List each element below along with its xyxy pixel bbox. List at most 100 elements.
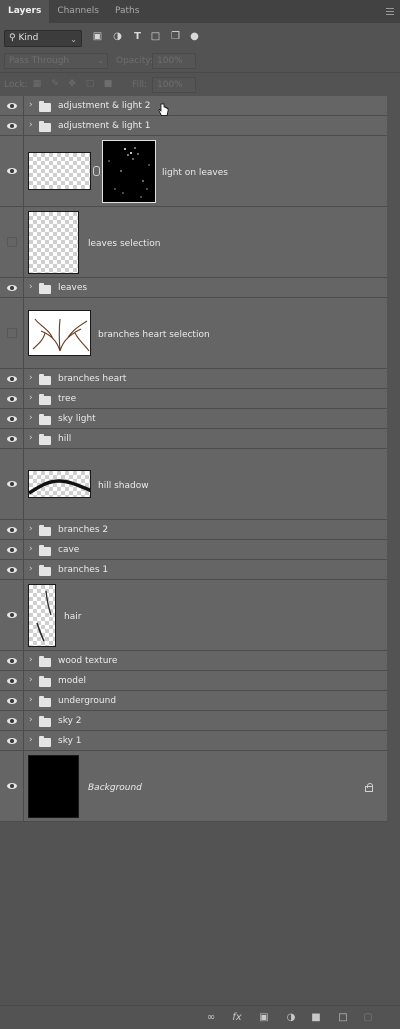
visibility-toggle[interactable]: [0, 96, 24, 115]
expand-arrow-icon[interactable]: ›: [29, 120, 33, 130]
expand-arrow-icon[interactable]: ›: [29, 544, 33, 554]
layer-row[interactable]: hill shadow: [0, 449, 387, 520]
eye-icon: [7, 527, 17, 533]
visibility-toggle[interactable]: [0, 449, 24, 519]
visibility-toggle[interactable]: [0, 731, 24, 750]
folder-icon: [39, 374, 51, 385]
layer-row[interactable]: › branches 1: [0, 560, 387, 580]
panel-menu-icon[interactable]: [386, 8, 394, 15]
visibility-toggle[interactable]: [0, 711, 24, 730]
eye-icon: [7, 103, 17, 109]
expand-arrow-icon[interactable]: ›: [29, 373, 33, 383]
layer-row[interactable]: light on leaves: [0, 136, 387, 207]
expand-arrow-icon[interactable]: ›: [29, 393, 33, 403]
layer-row[interactable]: › branches 2: [0, 520, 387, 540]
filter-kind-select[interactable]: ⚲ Kind ⌄: [4, 30, 82, 47]
fill-label: Fill:: [132, 80, 148, 90]
expand-arrow-icon[interactable]: ›: [29, 564, 33, 574]
visibility-toggle[interactable]: [0, 369, 24, 388]
visibility-toggle[interactable]: [0, 429, 24, 448]
layer-mask-thumbnail[interactable]: [102, 140, 156, 203]
lock-position-icon[interactable]: ✥: [67, 79, 77, 89]
expand-arrow-icon[interactable]: ›: [29, 675, 33, 685]
visibility-toggle[interactable]: [0, 751, 24, 821]
layer-name: hair: [64, 612, 82, 622]
layer-row[interactable]: › cave: [0, 540, 387, 560]
visibility-toggle[interactable]: [0, 278, 24, 297]
layer-name: Background: [88, 783, 142, 793]
visibility-toggle[interactable]: [0, 207, 24, 277]
layer-row[interactable]: › hill: [0, 429, 387, 449]
expand-arrow-icon[interactable]: ›: [29, 715, 33, 725]
adjustment-layer-icon[interactable]: ◑: [285, 1012, 297, 1024]
layer-row[interactable]: › sky light: [0, 409, 387, 429]
layer-row[interactable]: › adjustment & light 2: [0, 96, 387, 116]
expand-arrow-icon[interactable]: ›: [29, 524, 33, 534]
layer-row[interactable]: › leaves: [0, 278, 387, 298]
blend-mode-select[interactable]: Pass Through ⌄: [4, 53, 108, 69]
layer-row[interactable]: › tree: [0, 389, 387, 409]
lock-transparent-icon[interactable]: ▦: [32, 79, 42, 89]
scrollbar[interactable]: [387, 96, 400, 1005]
hill-shadow-thumbnail-art: [29, 479, 90, 495]
layer-row[interactable]: › sky 2: [0, 711, 387, 731]
visibility-toggle[interactable]: [0, 580, 24, 650]
visibility-toggle[interactable]: [0, 116, 24, 135]
expand-arrow-icon[interactable]: ›: [29, 433, 33, 443]
visibility-toggle[interactable]: [0, 520, 24, 539]
visibility-toggle[interactable]: [0, 298, 24, 368]
expand-arrow-icon[interactable]: ›: [29, 282, 33, 292]
pixel-filter-icon[interactable]: ▣: [92, 31, 103, 42]
layer-row[interactable]: › branches heart: [0, 369, 387, 389]
layer-row[interactable]: hair: [0, 580, 387, 651]
layer-thumbnail: [28, 211, 79, 274]
shape-filter-icon[interactable]: □: [150, 31, 161, 42]
layer-row[interactable]: › underground: [0, 691, 387, 711]
layer-row[interactable]: › wood texture: [0, 651, 387, 671]
adjustment-filter-icon[interactable]: ◑: [112, 31, 123, 42]
visibility-toggle[interactable]: [0, 671, 24, 690]
layer-row[interactable]: Background: [0, 751, 387, 822]
visibility-toggle[interactable]: [0, 540, 24, 559]
visibility-toggle[interactable]: [0, 389, 24, 408]
visibility-toggle[interactable]: [0, 136, 24, 206]
chevron-down-icon: ⌄: [70, 35, 77, 44]
layer-row[interactable]: › model: [0, 671, 387, 691]
fill-field[interactable]: 100%: [152, 77, 196, 93]
new-layer-icon[interactable]: □: [337, 1012, 349, 1024]
expand-arrow-icon[interactable]: ›: [29, 413, 33, 423]
smart-object-filter-icon[interactable]: ❐: [170, 31, 181, 42]
new-group-icon[interactable]: ■: [310, 1012, 322, 1024]
eye-icon: [7, 698, 17, 704]
tab-layers[interactable]: Layers: [0, 0, 50, 23]
lock-all-icon[interactable]: ■: [103, 79, 113, 89]
delete-layer-icon[interactable]: ▢: [362, 1012, 374, 1024]
layer-row[interactable]: › adjustment & light 1: [0, 116, 387, 136]
link-layers-icon[interactable]: ∞: [205, 1012, 217, 1024]
visibility-toggle[interactable]: [0, 560, 24, 579]
layer-row[interactable]: branches heart selection: [0, 298, 387, 369]
visibility-toggle[interactable]: [0, 409, 24, 428]
visibility-toggle[interactable]: [0, 691, 24, 710]
link-chain-icon[interactable]: [93, 166, 100, 176]
expand-arrow-icon[interactable]: ›: [29, 100, 33, 110]
fx-icon[interactable]: fx: [231, 1012, 243, 1024]
visibility-toggle[interactable]: [0, 651, 24, 670]
folder-icon: [39, 545, 51, 556]
type-filter-icon[interactable]: T: [132, 31, 143, 42]
layer-row[interactable]: leaves selection: [0, 207, 387, 278]
blend-row: Pass Through ⌄ Opacity: 100%: [0, 51, 400, 71]
expand-arrow-icon[interactable]: ›: [29, 695, 33, 705]
tab-channels[interactable]: Channels: [49, 0, 107, 23]
eye-icon: [7, 396, 17, 402]
expand-arrow-icon[interactable]: ›: [29, 735, 33, 745]
add-mask-icon[interactable]: ▣: [258, 1012, 270, 1024]
tab-paths[interactable]: Paths: [107, 0, 147, 23]
eye-icon: [7, 123, 17, 129]
lock-artboard-icon[interactable]: ▢: [85, 79, 95, 89]
layer-row[interactable]: › sky 1: [0, 731, 387, 751]
expand-arrow-icon[interactable]: ›: [29, 655, 33, 665]
filter-toggle-icon[interactable]: ●: [189, 31, 200, 42]
lock-image-icon[interactable]: ✎: [50, 79, 60, 89]
opacity-field[interactable]: 100%: [152, 53, 196, 69]
